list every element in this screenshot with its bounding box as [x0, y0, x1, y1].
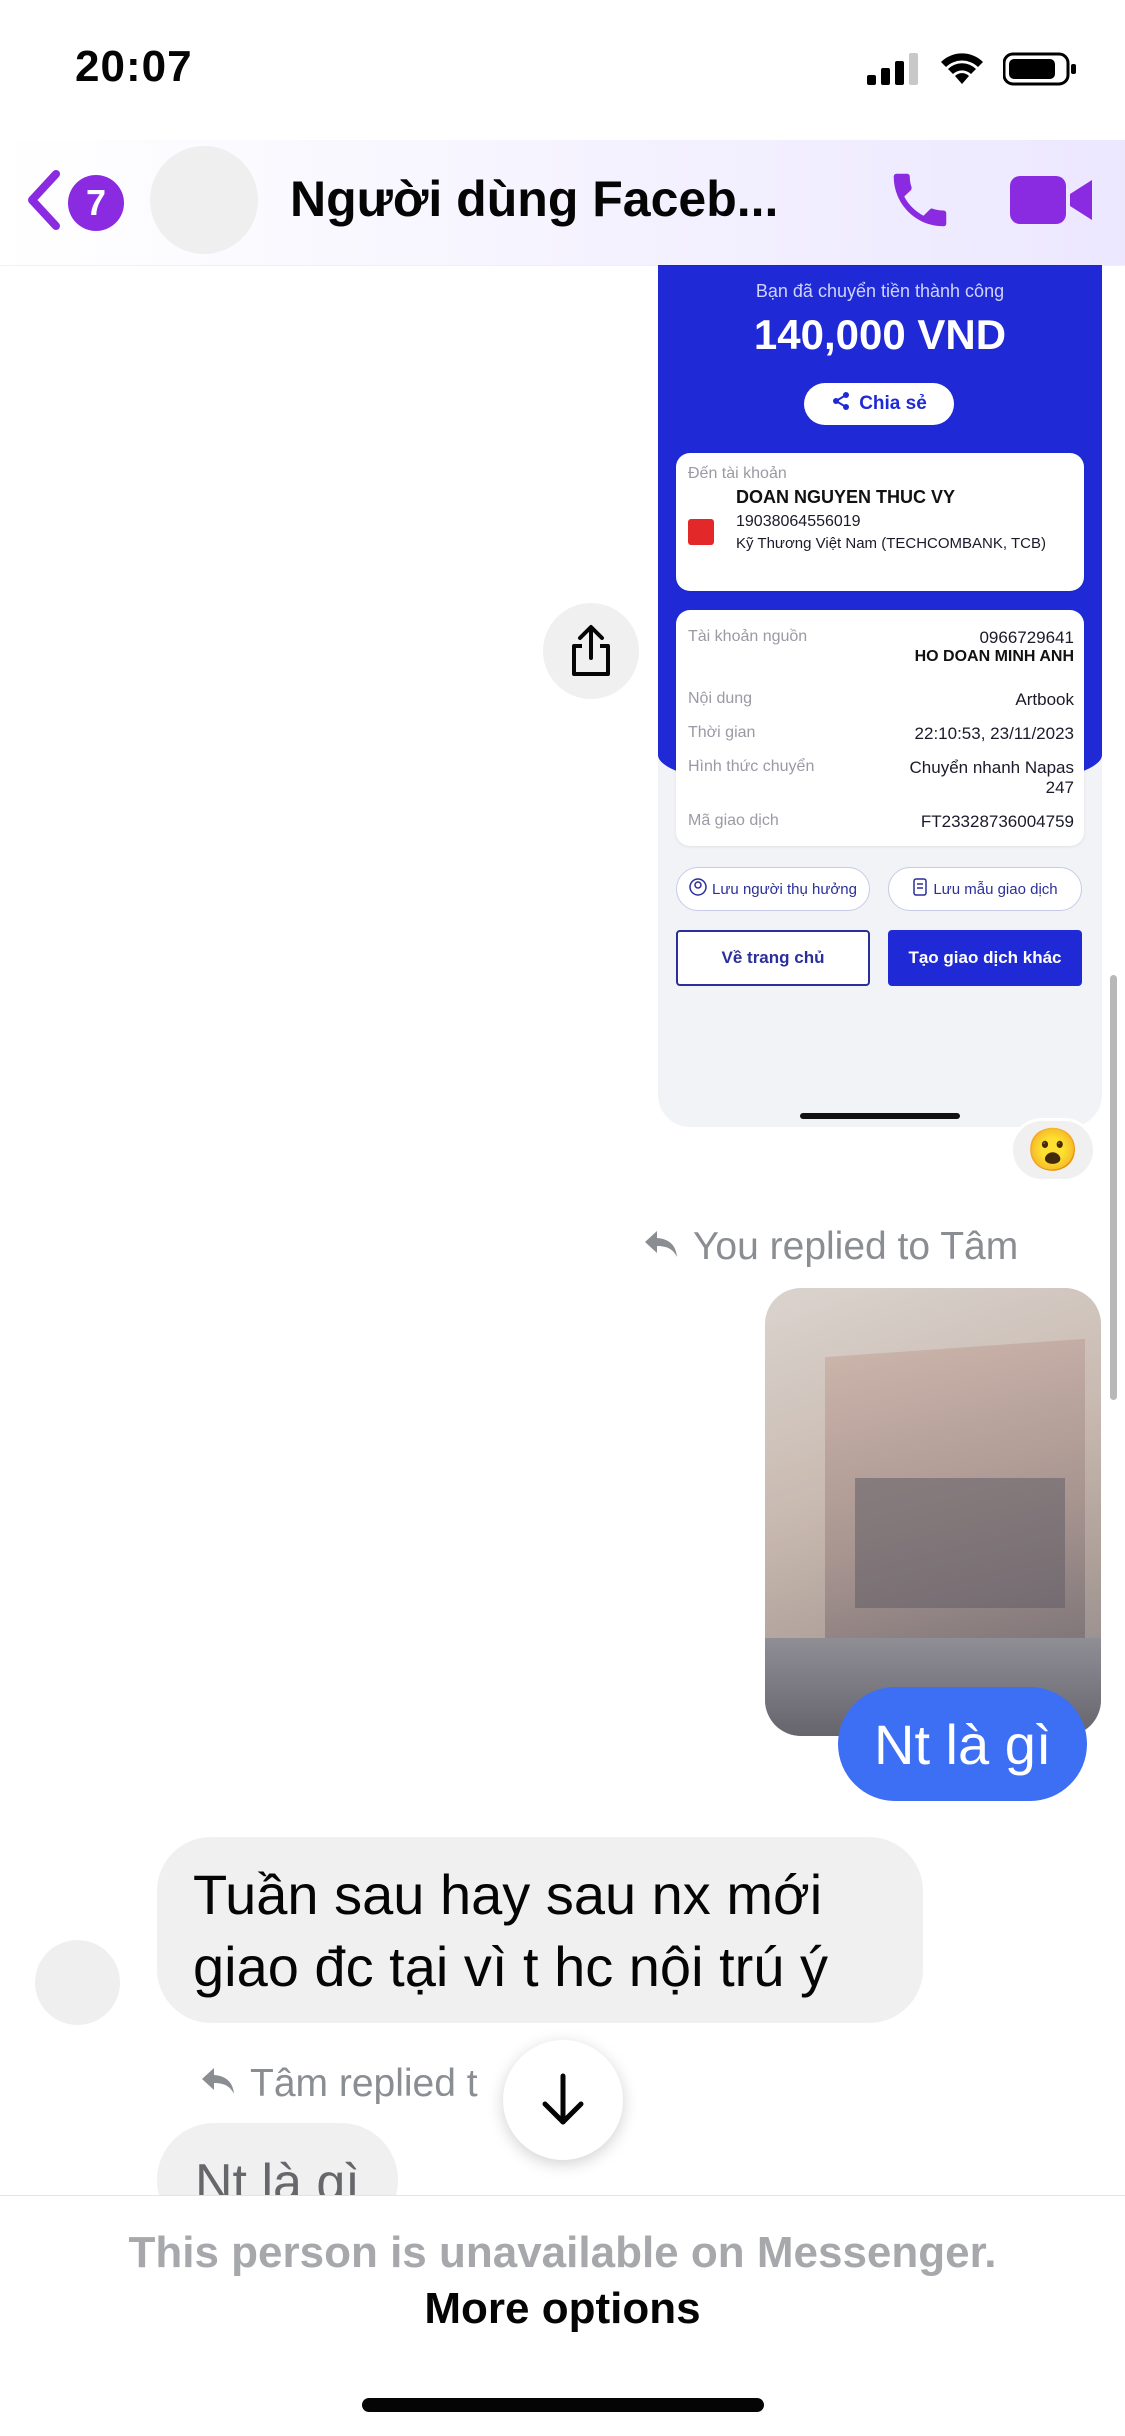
reply-arrow-icon	[643, 1225, 679, 1269]
cellular-signal-icon	[867, 53, 921, 90]
chevron-left-icon	[24, 168, 64, 237]
battery-icon	[1002, 52, 1077, 91]
detail-label: Thời gian	[688, 724, 756, 741]
save-beneficiary-button: Lưu người thụ hưởng	[676, 867, 870, 911]
recipient-name: DOAN NGUYEN THUC VY	[736, 487, 956, 507]
photo-dialog-region	[855, 1478, 1065, 1608]
back-button[interactable]: 7	[24, 168, 124, 237]
detail-value: 0966729641 HO DOAN MINH ANH	[915, 628, 1074, 666]
detail-row: Tài khoản nguồn 0966729641 HO DOAN MINH …	[688, 628, 1074, 666]
arrow-down-icon	[542, 2073, 584, 2125]
incoming-message-bubble[interactable]: Tuần sau hay sau nx mới giao đc tại vì t…	[157, 1837, 923, 2023]
share-icon	[572, 625, 610, 676]
new-transaction-button: Tạo giao dịch khác	[888, 930, 1082, 986]
home-indicator	[362, 2398, 764, 2412]
detail-row: Mã giao dịch FT23328736004759	[688, 812, 1074, 832]
wifi-icon	[939, 52, 985, 91]
video-camera-icon	[1010, 176, 1092, 224]
document-icon	[912, 878, 928, 900]
receipt-amount: 140,000 VND	[753, 311, 1007, 358]
bank-logo-icon	[688, 519, 714, 545]
status-bar: 20:07	[0, 0, 1125, 140]
unavailable-message: This person is unavailable on Messenger.	[128, 2228, 997, 2277]
to-account-label: Đến tài khoản	[688, 465, 787, 482]
replied-photo[interactable]	[765, 1288, 1101, 1736]
detail-value: Chuyển nhanh Napas 247	[909, 758, 1074, 797]
detail-value: Artbook	[1015, 690, 1074, 709]
share-message-button[interactable]	[543, 603, 639, 699]
detail-row: Nội dung Artbook	[688, 690, 1074, 710]
video-call-button[interactable]	[1008, 168, 1094, 232]
reply-context-outgoing: You replied to Tâm	[643, 1225, 1018, 1269]
more-options-link[interactable]: More options	[0, 2284, 1125, 2334]
detail-value: 22:10:53, 23/11/2023	[914, 724, 1074, 743]
reply-arrow-icon	[200, 2062, 236, 2106]
reply-context-text: Tâm replied t	[250, 2062, 478, 2105]
receipt-share-button: Chia sẻ	[804, 383, 954, 425]
contact-name[interactable]: Người dùng Faceb...	[290, 170, 778, 228]
home-button: Về trang chủ	[676, 930, 870, 986]
reply-context-incoming: Tâm replied t	[200, 2062, 478, 2106]
status-icons	[867, 52, 1077, 91]
detail-label: Hình thức chuyển	[688, 758, 815, 775]
source-account-number: 0966729641	[979, 628, 1074, 647]
messenger-screen: 20:07 7 Người dùng Faceb... Bạn đã chuyể…	[0, 0, 1125, 2436]
save-beneficiary-label: Lưu người thụ hưởng	[712, 880, 857, 898]
scrollbar[interactable]	[1110, 975, 1117, 1400]
outgoing-message-bubble[interactable]: Nt là gì	[838, 1687, 1088, 1801]
phone-icon	[893, 173, 947, 227]
scroll-to-bottom-button[interactable]	[503, 2040, 623, 2160]
conversation-header: 7 Người dùng Faceb...	[0, 140, 1125, 265]
reply-context-text: You replied to Tâm	[693, 1225, 1019, 1268]
receipt-share-label: Chia sẻ	[859, 393, 927, 414]
detail-label: Tài khoản nguồn	[688, 628, 808, 645]
recipient-card: Đến tài khoản DOAN NGUYEN THUC VY 190380…	[676, 453, 1084, 591]
status-time: 20:07	[75, 42, 193, 91]
receipt-home-indicator	[800, 1113, 960, 1119]
recipient-account: 19038064556019	[736, 513, 861, 530]
save-template-label: Lưu mẫu giao dịch	[933, 880, 1058, 898]
detail-label: Nội dung	[688, 690, 753, 707]
save-template-button: Lưu mẫu giao dịch	[888, 867, 1082, 911]
receipt-success-text: Bạn đã chuyển tiền thành công	[755, 281, 1005, 301]
sender-avatar[interactable]	[35, 1940, 120, 2025]
share-nodes-icon	[831, 391, 851, 417]
source-account-name: HO DOAN MINH ANH	[914, 648, 1074, 665]
contact-avatar[interactable]	[150, 146, 258, 254]
message-reaction[interactable]: 😮	[1010, 1118, 1096, 1182]
detail-value: FT23328736004759	[920, 812, 1074, 831]
recipient-bank: Kỹ Thương Việt Nam (TECHCOMBANK, TCB)	[736, 535, 1046, 552]
detail-row: Thời gian 22:10:53, 23/11/2023	[688, 724, 1074, 744]
detail-label: Mã giao dịch	[688, 812, 779, 829]
audio-call-button[interactable]	[885, 165, 955, 235]
user-circle-icon	[689, 878, 707, 900]
transfer-receipt-image[interactable]: Bạn đã chuyển tiền thành công 140,000 VN…	[658, 265, 1102, 1127]
transaction-details-card: Tài khoản nguồn 0966729641 HO DOAN MINH …	[676, 610, 1084, 846]
detail-row: Hình thức chuyển Chuyển nhanh Napas 247	[688, 758, 1074, 798]
unread-count-badge: 7	[68, 174, 124, 231]
